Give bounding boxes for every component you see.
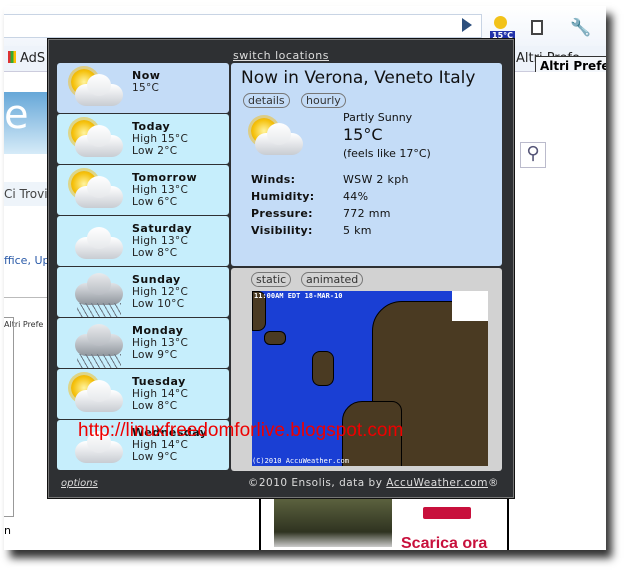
row-label: Visibility: xyxy=(251,224,313,237)
day-low: Low 8°C xyxy=(132,247,178,259)
condition-row: Pressure: 772 mm xyxy=(251,207,391,220)
forecast-day[interactable]: Sunday High 12°C Low 10°C xyxy=(57,267,229,317)
condition: Partly Sunny xyxy=(343,111,413,124)
static-button[interactable]: static xyxy=(251,272,292,287)
go-arrow-icon[interactable] xyxy=(462,18,472,32)
day-name: Tuesday xyxy=(132,375,186,388)
partly-sunny-icon xyxy=(65,69,125,109)
forecast-day[interactable]: Now 15°C xyxy=(57,63,229,113)
animated-button[interactable]: animated xyxy=(301,272,364,287)
day-high: High 13°C xyxy=(132,235,189,247)
day-high: High 13°C xyxy=(132,184,189,196)
condition-row: Visibility: 5 km xyxy=(251,224,372,237)
day-low: Low 6°C xyxy=(132,196,178,208)
bookmark-adsense[interactable]: AdS xyxy=(8,51,45,66)
day-name: Sunday xyxy=(132,273,181,286)
partly-sunny-icon xyxy=(65,171,125,211)
location-title: Now in Verona, Veneto Italy xyxy=(241,68,476,88)
watermark: http://linuxfreedomforlive.blogspot.com xyxy=(78,420,404,441)
map-timestamp: 11:00AM EDT 18-MAR-10 xyxy=(254,292,343,300)
bg-text: Ci Trovi xyxy=(4,182,54,206)
forecast-day[interactable]: Tomorrow High 13°C Low 6°C xyxy=(57,165,229,215)
site-logo: e xyxy=(4,92,54,154)
current-conditions-panel: Now in Verona, Veneto Italy details hour… xyxy=(231,63,502,266)
day-high: High 14°C xyxy=(132,388,189,400)
row-label: Humidity: xyxy=(251,190,315,203)
forecast-day[interactable]: Today High 15°C Low 2°C xyxy=(57,114,229,164)
ad-button[interactable] xyxy=(423,507,471,519)
row-value: 44% xyxy=(343,190,369,203)
row-label: Pressure: xyxy=(251,207,313,220)
forecast-day[interactable]: Monday High 13°C Low 9°C xyxy=(57,318,229,368)
row-value: 772 mm xyxy=(343,207,391,220)
temperature: 15°C xyxy=(343,125,383,144)
day-name: Today xyxy=(132,120,171,133)
switch-locations-link[interactable]: switch locations xyxy=(49,49,513,62)
row-value: 5 km xyxy=(343,224,372,237)
credit: ©2010 Ensolis, data by AccuWeather.com® xyxy=(248,477,499,489)
bg-text: n xyxy=(4,524,11,537)
day-low: Low 10°C xyxy=(132,298,185,310)
details-button[interactable]: details xyxy=(243,93,290,108)
row-label: Winds: xyxy=(251,173,296,186)
partly-sunny-icon xyxy=(65,120,125,160)
credit-text: ©2010 Ensolis, data by xyxy=(247,477,387,489)
rain-icon xyxy=(65,273,125,317)
day-name: Monday xyxy=(132,324,184,337)
condition-row: Humidity: 44% xyxy=(251,190,368,203)
ad-text: Scarica ora xyxy=(401,535,488,552)
day-name: Now xyxy=(132,69,161,82)
wrench-icon[interactable]: 🔧 xyxy=(570,18,591,38)
ad-image xyxy=(274,497,392,547)
partly-sunny-icon xyxy=(245,118,305,158)
accuweather-link[interactable]: AccuWeather.com xyxy=(386,477,488,489)
options-link[interactable]: options xyxy=(61,478,98,489)
day-low: Low 2°C xyxy=(132,145,178,157)
map-copyright: (C)2010 AccuWeather.com xyxy=(252,457,349,465)
day-name: Tomorrow xyxy=(132,171,198,184)
cloudy-icon xyxy=(65,222,125,262)
weather-extension-icon[interactable] xyxy=(494,16,507,29)
day-high: High 12°C xyxy=(132,286,189,298)
ad-banner[interactable]: Scarica ora xyxy=(259,497,509,552)
bg-box xyxy=(4,317,14,517)
forecast-day[interactable]: Tuesday High 14°C Low 8°C xyxy=(57,369,229,419)
day-low: Low 8°C xyxy=(132,400,178,412)
day-high: High 15°C xyxy=(132,133,189,145)
search-icon[interactable]: ⚲ xyxy=(520,142,546,168)
url-bar[interactable] xyxy=(4,14,482,38)
partly-sunny-icon xyxy=(65,375,125,415)
condition-row: Winds: WSW 2 kph xyxy=(251,173,409,186)
day-high: High 13°C xyxy=(132,337,189,349)
forecast-day[interactable]: Saturday High 13°C Low 8°C xyxy=(57,216,229,266)
day-high: 15°C xyxy=(132,82,160,94)
feels-like: (feels like 17°C) xyxy=(343,147,431,160)
day-name: Saturday xyxy=(132,222,192,235)
rain-icon xyxy=(65,324,125,368)
hourly-button[interactable]: hourly xyxy=(301,93,346,108)
registered-mark: ® xyxy=(488,477,499,489)
day-low: Low 9°C xyxy=(132,451,178,463)
bg-link[interactable]: ffice, Up xyxy=(4,254,49,267)
row-value: WSW 2 kph xyxy=(343,173,409,186)
page-menu-icon[interactable] xyxy=(531,20,543,35)
day-low: Low 9°C xyxy=(132,349,178,361)
